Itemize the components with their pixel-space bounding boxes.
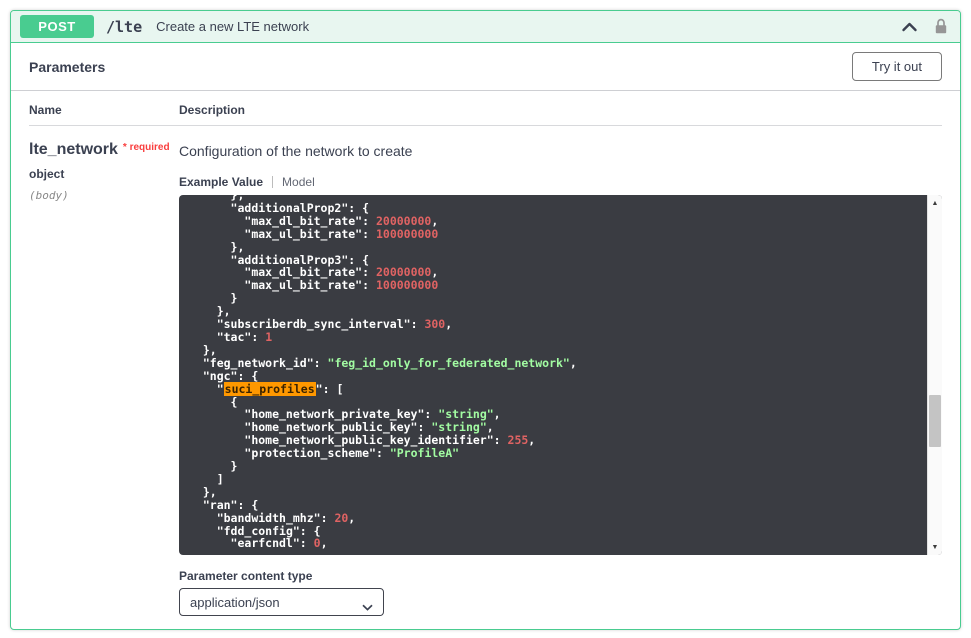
parameters-header: Parameters Try it out [11, 43, 960, 91]
auth-lock-icon[interactable] [934, 18, 948, 35]
parameter-location: (body) [29, 189, 179, 202]
code-line: } [189, 292, 927, 305]
code-line: }, [189, 486, 927, 499]
table-header-row: Name Description [29, 91, 942, 126]
swagger-page: POST /lte Create a new LTE network Param… [0, 0, 971, 638]
header-icons [901, 18, 948, 35]
code-line: ] [189, 473, 927, 486]
endpoint-summary: Create a new LTE network [156, 19, 309, 34]
content-type-select[interactable]: application/json [179, 588, 384, 616]
content-type-label: Parameter content type [179, 569, 942, 583]
code-line: "max_ul_bit_rate": 100000000 [189, 228, 927, 241]
code-line: "feg_network_id": "feg_id_only_for_feder… [189, 357, 927, 370]
code-line: "suci_profiles": [ [189, 383, 927, 396]
required-badge: * required [123, 142, 170, 153]
scroll-down-arrow-icon[interactable]: ▼ [928, 540, 942, 554]
parameter-name-text: lte_network [29, 141, 118, 158]
scroll-up-arrow-icon[interactable]: ▲ [928, 196, 942, 210]
example-json: }, "additionalProp2": { "max_dl_bit_rate… [179, 195, 927, 549]
column-header-name: Name [29, 103, 179, 117]
column-header-description: Description [179, 103, 942, 117]
content-type-select-wrap: application/json [179, 588, 384, 616]
parameters-table: Name Description lte_network * required o… [11, 91, 960, 616]
parameter-name: lte_network * required [29, 141, 179, 159]
try-it-out-button[interactable]: Try it out [852, 52, 942, 81]
tab-example-value[interactable]: Example Value [179, 175, 263, 189]
parameter-type: object [29, 167, 179, 181]
tab-divider [272, 176, 273, 188]
code-line: "tac": 1 [189, 331, 927, 344]
example-model-tabs: Example Value Model [179, 175, 942, 189]
parameter-name-cell: lte_network * required object (body) [29, 141, 179, 616]
scrollbar-thumb[interactable] [929, 395, 941, 447]
code-line: "max_ul_bit_rate": 100000000 [189, 279, 927, 292]
operation-body: Parameters Try it out Name Description l… [11, 43, 960, 616]
operation-block: POST /lte Create a new LTE network Param… [10, 10, 961, 630]
collapse-chevron-icon[interactable] [901, 21, 918, 32]
operation-summary[interactable]: POST /lte Create a new LTE network [11, 11, 960, 43]
parameter-description: Configuration of the network to create [179, 143, 942, 159]
parameter-description-cell: Configuration of the network to create E… [179, 141, 942, 616]
code-line: "protection_scheme": "ProfileA" [189, 447, 927, 460]
code-line: } [189, 460, 927, 473]
endpoint-path[interactable]: /lte [106, 18, 142, 36]
code-line: "subscriberdb_sync_interval": 300, [189, 318, 927, 331]
method-badge: POST [20, 15, 94, 38]
code-line: "earfcndl": 0, [189, 537, 927, 549]
tab-model[interactable]: Model [282, 175, 315, 189]
table-row: lte_network * required object (body) Conf… [29, 126, 942, 616]
parameters-title: Parameters [29, 59, 105, 75]
example-value-code[interactable]: }, "additionalProp2": { "max_dl_bit_rate… [179, 195, 942, 555]
code-scrollbar[interactable]: ▲ ▼ [927, 195, 942, 555]
